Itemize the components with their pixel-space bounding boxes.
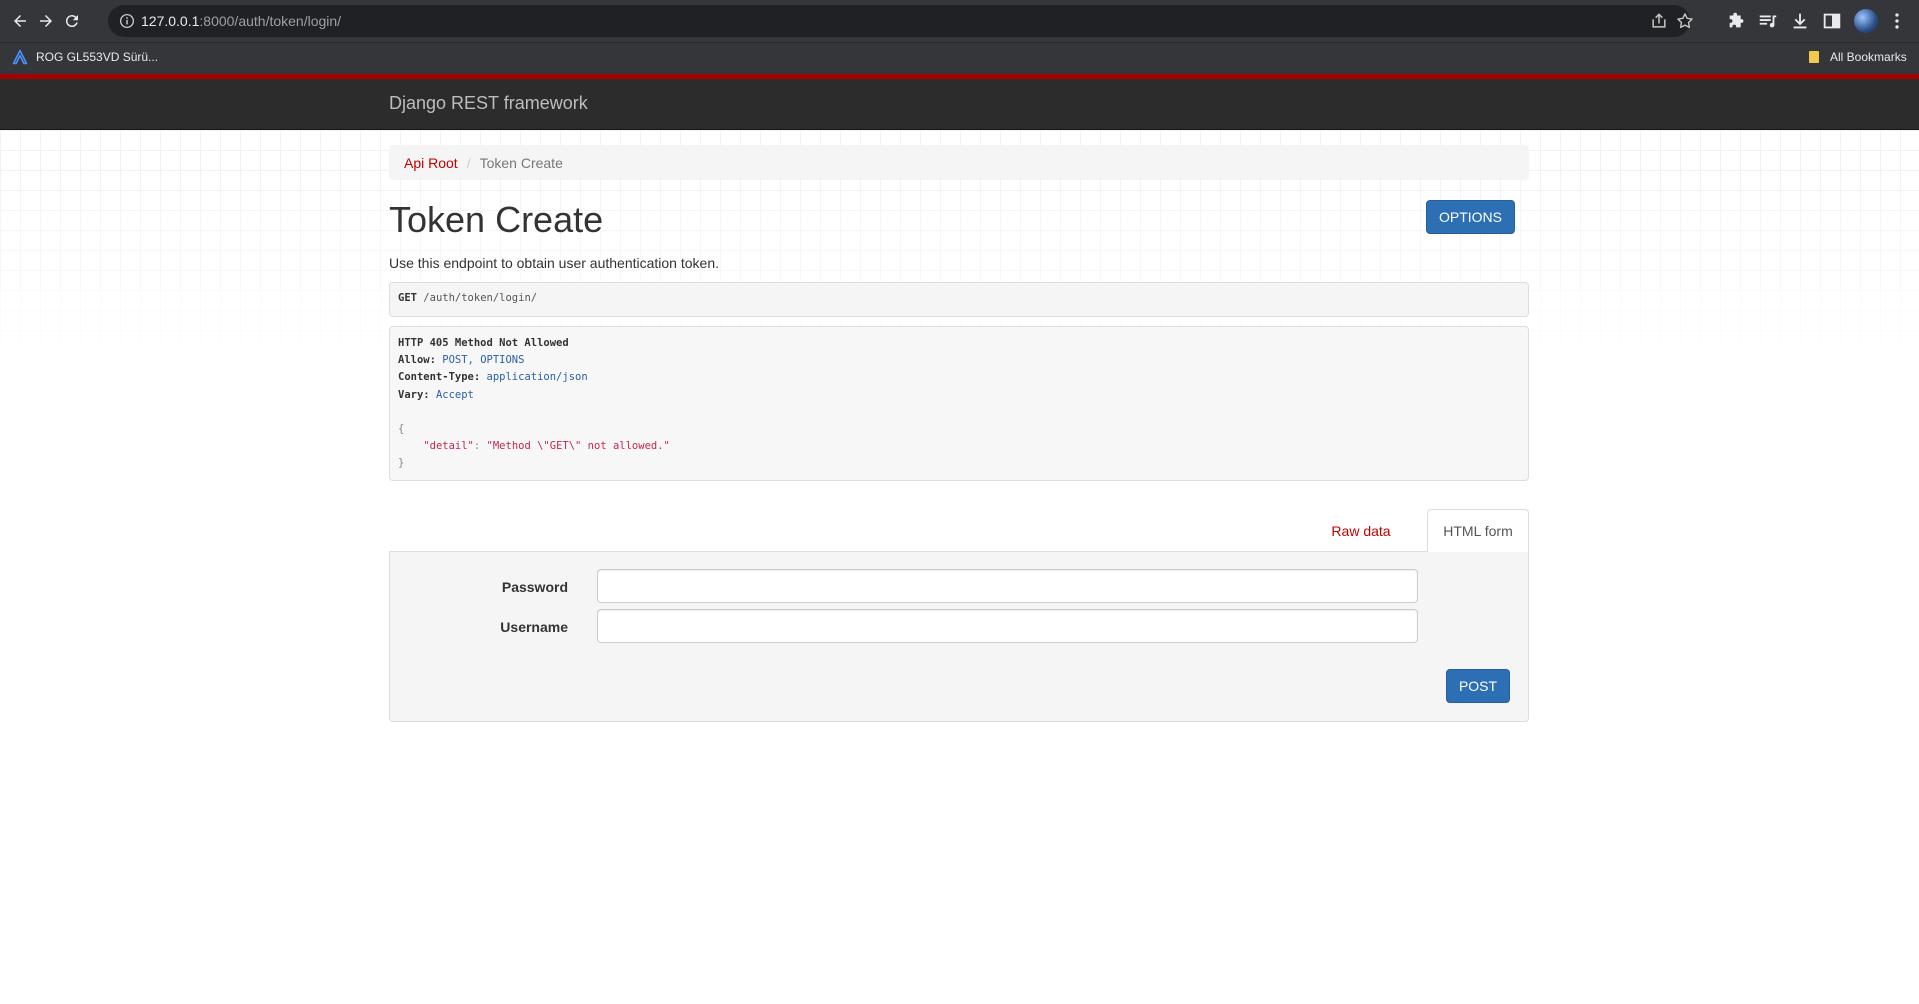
html-form: Password Username POST [389,551,1529,722]
breadcrumb-current: Token Create [479,154,563,171]
drf-navbar: Django REST framework [0,74,1919,130]
extensions-icon[interactable] [1726,10,1748,32]
header-content-type-name: Content-Type: [398,371,481,384]
page-title: Token Create [389,199,604,240]
url-path: :8000/auth/token/login/ [199,13,342,29]
folder-icon [1809,51,1819,63]
browser-toolbar: 127.0.0.1:8000/auth/token/login/ [0,0,1919,42]
menu-dots-icon[interactable] [1886,10,1908,32]
tab-html-form[interactable]: HTML form [1427,509,1529,552]
header-allow-value: POST, OPTIONS [442,354,525,367]
star-icon[interactable] [1675,11,1695,31]
password-label: Password [501,579,568,595]
page-header: Token Create OPTIONS [389,200,1529,262]
browser-chrome: 127.0.0.1:8000/auth/token/login/ ROG GL5… [0,0,1919,74]
side-panel-icon[interactable] [1821,10,1843,32]
request-path: /auth/token/login/ [423,292,538,304]
json-key: "detail" [423,440,474,453]
main-content: Api Root / Token Create Token Create OPT… [389,145,1529,722]
info-icon[interactable] [118,12,136,30]
options-button[interactable]: OPTIONS [1426,200,1515,234]
all-bookmarks[interactable]: All Bookmarks [1806,49,1907,65]
post-button[interactable]: POST [1446,669,1510,703]
header-allow-name: Allow: [398,354,436,367]
header-vary-value: Accept [435,388,474,401]
username-label: Username [500,619,568,635]
breadcrumb-separator: / [466,154,471,171]
bookmark-rog[interactable]: ROG GL553VD Sürü... [12,49,158,65]
json-value: "Method \"GET\" not allowed." [486,440,670,453]
password-field[interactable] [597,569,1418,603]
form-tabs: Raw data HTML form [389,509,1529,552]
breadcrumb-api-root[interactable]: Api Root [404,155,458,171]
share-icon[interactable] [1649,11,1669,31]
breadcrumb: Api Root / Token Create [389,145,1529,180]
bookmark-label: ROG GL553VD Sürü... [36,50,159,64]
json-close-brace: } [398,457,405,470]
request-method: GET [398,292,417,304]
response-info: HTTP 405 Method Not Allowed Allow: POST,… [389,326,1529,481]
brand-link[interactable]: Django REST framework [389,93,588,114]
response-status: HTTP 405 Method Not Allowed [398,337,569,349]
address-bar[interactable]: 127.0.0.1:8000/auth/token/login/ [108,5,1693,37]
arrow-left-icon [14,15,26,27]
forward-button[interactable] [34,9,58,33]
asus-logo-icon [12,49,28,65]
reload-icon [65,15,78,28]
back-button[interactable] [8,9,32,33]
media-queue-icon[interactable] [1757,10,1779,32]
url-host: 127.0.0.1 [141,13,200,29]
reload-button[interactable] [60,9,84,33]
download-icon[interactable] [1789,10,1811,32]
bookmarks-bar: ROG GL553VD Sürü... All Bookmarks [0,42,1919,74]
username-field[interactable] [597,609,1418,643]
url-text[interactable]: 127.0.0.1:8000/auth/token/login/ [141,13,341,29]
header-vary-name: Vary: [398,388,430,401]
request-info: GET /auth/token/login/ [389,282,1529,317]
json-open-brace: { [398,423,405,436]
arrow-right-icon [40,15,52,27]
tab-raw-data[interactable]: Raw data [1311,509,1411,552]
json-colon: : [473,440,487,453]
header-content-type-value: application/json [486,371,588,384]
profile-avatar[interactable] [1854,9,1878,33]
all-bookmarks-label: All Bookmarks [1830,50,1907,64]
